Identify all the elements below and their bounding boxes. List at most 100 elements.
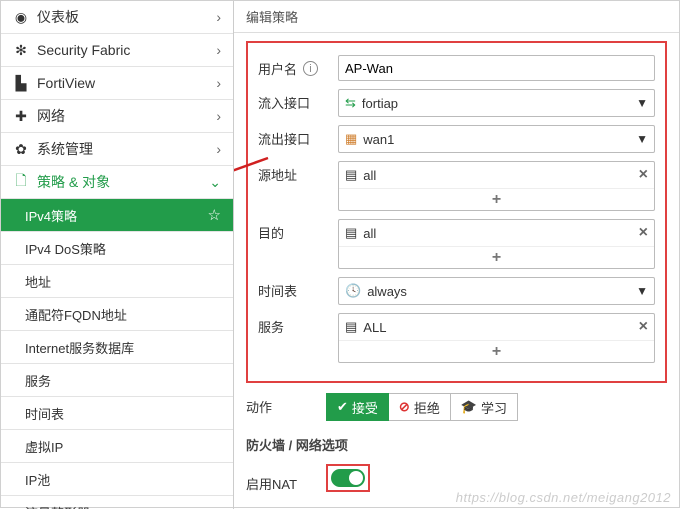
nav-label: Internet服务数据库: [25, 338, 134, 357]
nav-label: 策略 & 对象: [37, 172, 110, 192]
nav-internet-svc-db[interactable]: Internet服务数据库: [1, 331, 233, 364]
nat-toggle-highlight: [326, 464, 370, 492]
add-destination-button[interactable]: +: [339, 246, 654, 268]
label-username: 用户名i: [258, 55, 338, 78]
nav-services[interactable]: 服务: [1, 364, 233, 397]
nav-wildcard-fqdn[interactable]: 通配符FQDN地址: [1, 298, 233, 331]
value: ALL: [363, 320, 386, 335]
label-enable-nat: 启用NAT: [246, 474, 326, 493]
content-pane: 编辑策略 用户名i 流入接口 ⇆ fortiap ▼: [234, 1, 679, 509]
nav-policy-objects[interactable]: 🗋 策略 & 对象 ⌄: [1, 166, 233, 199]
value: all: [363, 168, 376, 183]
page-title: 编辑策略: [234, 1, 679, 32]
label-outgoing-if: 流出接口: [258, 125, 338, 148]
label-destination: 目的: [258, 219, 338, 242]
service-icon: ▤: [345, 319, 357, 335]
check-icon: ✔: [337, 399, 348, 415]
nav-label: 仪表板: [37, 7, 79, 27]
action-learn-button[interactable]: 🎓学习: [451, 393, 518, 421]
nav-label: 服务: [25, 371, 51, 390]
chevron-right-icon: ›: [216, 75, 221, 91]
chevron-down-icon: ⌄: [209, 174, 221, 191]
nav-label: 地址: [25, 272, 51, 291]
label-service: 服务: [258, 313, 338, 336]
value: wan1: [363, 132, 394, 147]
policy-main-box: 用户名i 流入接口 ⇆ fortiap ▼ 流出接口: [246, 41, 667, 383]
nav-schedules[interactable]: 时间表: [1, 397, 233, 430]
nav-label: Security Fabric: [37, 42, 130, 58]
label-action: 动作: [246, 393, 326, 416]
nav-label: 时间表: [25, 404, 64, 423]
deny-icon: ⊘: [399, 399, 410, 415]
chevron-right-icon: ›: [216, 9, 221, 25]
clock-icon: 🕓: [345, 283, 361, 299]
interface-icon: ▦: [345, 131, 357, 147]
nav-traffic-shapers[interactable]: 流量整形器: [1, 496, 233, 509]
fabric-icon: ✻: [13, 42, 29, 59]
nav-label: IP池: [25, 470, 50, 489]
remove-icon[interactable]: ×: [639, 167, 648, 183]
policy-icon: 🗋: [13, 170, 29, 194]
dropdown-icon: ▼: [636, 96, 648, 110]
interface-icon: ⇆: [345, 95, 356, 111]
nav-label: IPv4 DoS策略: [25, 239, 106, 258]
action-deny-button[interactable]: ⊘拒绝: [389, 393, 451, 421]
value: all: [363, 226, 376, 241]
remove-icon[interactable]: ×: [639, 319, 648, 335]
dropdown-icon: ▼: [636, 284, 648, 298]
info-icon[interactable]: i: [303, 61, 318, 76]
nav-dashboard[interactable]: ◉ 仪表板 ›: [1, 1, 233, 34]
nav-security-fabric[interactable]: ✻ Security Fabric ›: [1, 34, 233, 67]
nat-toggle[interactable]: [331, 469, 365, 487]
username-input[interactable]: [338, 55, 655, 81]
chart-icon: ▙: [13, 75, 29, 92]
value: fortiap: [362, 96, 398, 111]
label-incoming-if: 流入接口: [258, 89, 338, 112]
firewall-section-title: 防火墙 / 网络选项: [246, 435, 667, 454]
nav-label: 流量整形器: [25, 503, 90, 509]
action-button-group: ✔接受 ⊘拒绝 🎓学习: [326, 393, 667, 421]
service-box[interactable]: ▤ ALL × +: [338, 313, 655, 363]
destination-box[interactable]: ▤ all × +: [338, 219, 655, 269]
schedule-select[interactable]: 🕓 always ▼: [338, 277, 655, 305]
learn-icon: 🎓: [461, 399, 477, 415]
chevron-right-icon: ›: [216, 141, 221, 157]
address-icon: ▤: [345, 225, 357, 241]
dropdown-icon: ▼: [636, 132, 648, 146]
star-icon[interactable]: ☆: [208, 206, 221, 224]
nav-label: IPv4策略: [25, 206, 77, 225]
nav-addresses[interactable]: 地址: [1, 265, 233, 298]
incoming-interface-select[interactable]: ⇆ fortiap ▼: [338, 89, 655, 117]
network-icon: ✚: [13, 108, 29, 125]
remove-icon[interactable]: ×: [639, 225, 648, 241]
nav-ipv4-policy[interactable]: IPv4策略 ☆: [1, 199, 233, 232]
nav-label: FortiView: [37, 75, 95, 91]
source-address-box[interactable]: ▤ all × +: [338, 161, 655, 211]
nav-label: 网络: [37, 106, 65, 126]
gauge-icon: ◉: [13, 9, 29, 26]
nav-system[interactable]: ✿ 系统管理 ›: [1, 133, 233, 166]
nav-ipv4-dos[interactable]: IPv4 DoS策略: [1, 232, 233, 265]
nav-label: 系统管理: [37, 139, 93, 159]
watermark: https://blog.csdn.net/meigang2012: [456, 490, 671, 505]
form: 用户名i 流入接口 ⇆ fortiap ▼ 流出接口: [234, 41, 679, 509]
outgoing-interface-select[interactable]: ▦ wan1 ▼: [338, 125, 655, 153]
add-source-button[interactable]: +: [339, 188, 654, 210]
nav-label: 虚拟IP: [25, 437, 63, 456]
chevron-right-icon: ›: [216, 42, 221, 58]
divider: [234, 32, 679, 33]
add-service-button[interactable]: +: [339, 340, 654, 362]
nav-ip-pools[interactable]: IP池: [1, 463, 233, 496]
nav-fortiview[interactable]: ▙ FortiView ›: [1, 67, 233, 100]
gear-icon: ✿: [13, 141, 29, 158]
chevron-right-icon: ›: [216, 108, 221, 124]
value: always: [367, 284, 407, 299]
nav-vip[interactable]: 虚拟IP: [1, 430, 233, 463]
label-schedule: 时间表: [258, 277, 338, 300]
nav-label: 通配符FQDN地址: [25, 305, 127, 324]
sidebar: ◉ 仪表板 › ✻ Security Fabric › ▙ FortiView › ✚…: [1, 1, 234, 509]
nav-network[interactable]: ✚ 网络 ›: [1, 100, 233, 133]
label-source-addr: 源地址: [258, 161, 338, 184]
action-accept-button[interactable]: ✔接受: [326, 393, 389, 421]
address-icon: ▤: [345, 167, 357, 183]
